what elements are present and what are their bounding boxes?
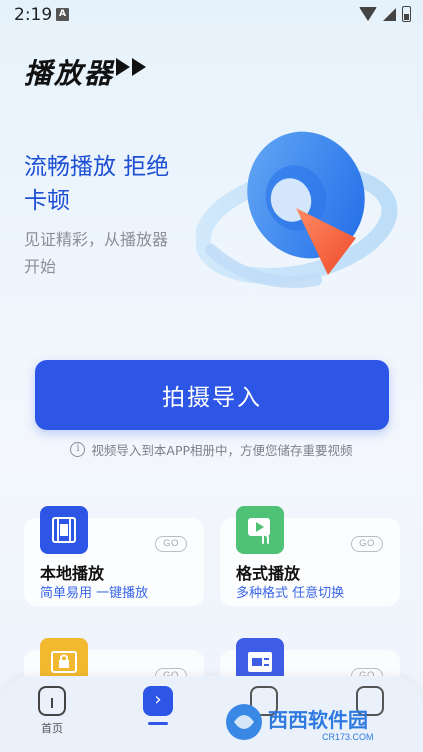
active-indicator [148, 722, 168, 725]
app-title: 播放器 [24, 57, 115, 90]
play-touch-icon [236, 506, 284, 554]
signal-icon [383, 7, 396, 21]
card-title: 格式播放 [236, 564, 301, 583]
notification-icon: A [56, 8, 69, 21]
hero-headline-line2: 卡顿 [24, 188, 70, 214]
play-chevron-icon: › [143, 686, 173, 716]
disc-illustration [196, 131, 398, 288]
hero-subtitle-line1: 见证精彩，从播放器 [24, 230, 169, 249]
nav-label-home: 首页 [41, 722, 63, 735]
film-icon [40, 506, 88, 554]
import-hint-text: 视频导入到本APP相册中，方便您储存重要视频 [91, 443, 353, 458]
card-title: 本地播放 [40, 564, 105, 583]
status-time: 2:19 [14, 5, 53, 25]
go-badge: GO [155, 536, 187, 552]
home-icon [38, 686, 66, 716]
capture-import-button[interactable]: 拍摄导入 [35, 360, 389, 430]
card-format-play[interactable]: GO 格式播放 多种格式 任意切换 [220, 506, 400, 606]
watermark-url: CR173.COM [322, 732, 374, 742]
watermark-text: 西西软件园 [268, 708, 368, 732]
hero-headline: 流畅播放 拒绝 卡顿 [24, 150, 214, 218]
status-indicators [359, 6, 411, 22]
site-watermark-logo: 西西软件园 CR173.COM [226, 704, 374, 742]
card-subtitle: 简单易用 一键播放 [40, 586, 149, 601]
card-local-play[interactable]: GO 本地播放 简单易用 一键播放 [24, 506, 204, 606]
double-chevron-icon [116, 58, 146, 76]
hero-subtitle: 见证精彩，从播放器 开始 [24, 226, 204, 280]
hero-subtitle-line2: 开始 [24, 257, 57, 276]
info-icon: i [70, 442, 86, 457]
go-badge: GO [351, 536, 383, 552]
card-subtitle: 多种格式 任意切换 [236, 586, 345, 601]
battery-icon [402, 6, 411, 22]
wifi-icon [359, 7, 377, 21]
import-hint: i 视频导入到本APP相册中，方便您储存重要视频 [0, 440, 423, 459]
status-bar: 2:19 A [0, 0, 423, 30]
nav-item-play[interactable]: › [128, 686, 188, 725]
nav-item-home[interactable]: 首页 [22, 686, 82, 736]
hero-headline-line1: 流畅播放 拒绝 [24, 154, 170, 180]
